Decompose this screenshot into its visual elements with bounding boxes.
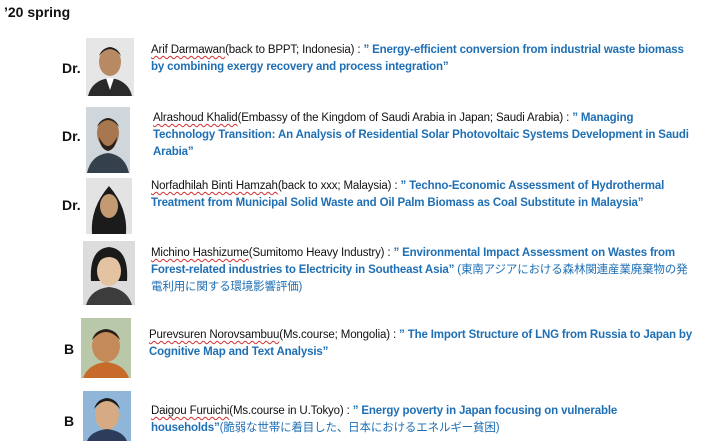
thesis-entry: Michino Hashizume(Sumitomo Heavy Industr… <box>151 245 693 296</box>
affiliation: (back to BPPT; Indonesia) : <box>225 44 364 56</box>
affiliation: (Sumitomo Heavy Industry) : <box>248 247 394 259</box>
portrait-photo <box>86 178 132 234</box>
student-name: Norfadhilah Binti Hamzah <box>151 180 278 192</box>
student-name: Michino Hashizume <box>151 247 249 259</box>
degree-label: B <box>64 413 75 429</box>
thesis-entry: Purevsuren Norovsambuu(Ms.course; Mongol… <box>149 327 695 361</box>
thesis-entry: Daigou Furuichi(Ms.course in U.Tokyo) : … <box>151 403 693 437</box>
degree-label: Dr. <box>62 60 81 76</box>
portrait-photo <box>81 318 131 378</box>
thesis-entry: Alrashoud Khalid(Embassy of the Kingdom … <box>153 110 693 161</box>
affiliation: (Ms.course; Mongolia) : <box>279 329 400 341</box>
student-name: Purevsuren Norovsambuu <box>149 329 280 341</box>
student-name: Daigou Furuichi <box>151 405 230 417</box>
affiliation: (back to xxx; Malaysia) : <box>277 180 401 192</box>
portrait-photo <box>86 107 130 173</box>
affiliation: (Ms.course in U.Tokyo) : <box>229 405 353 417</box>
degree-label: Dr. <box>62 128 81 144</box>
affiliation: (Embassy of the Kingdom of Saudi Arabia … <box>237 112 573 124</box>
season-heading: ’20 spring <box>4 4 71 20</box>
thesis-entry: Arif Darmawan(back to BPPT; Indonesia) :… <box>151 42 699 76</box>
student-name: Arif Darmawan <box>151 44 226 56</box>
portrait-photo <box>83 241 135 305</box>
student-name: Alrashoud Khalid <box>153 112 238 124</box>
thesis-entry: Norfadhilah Binti Hamzah(back to xxx; Ma… <box>151 178 699 212</box>
thesis-title-japanese: (脆弱な世帯に着目した、日本におけるエネルギー貧困) <box>219 422 500 434</box>
portrait-photo <box>83 391 131 441</box>
degree-label: Dr. <box>62 197 81 213</box>
degree-label: B <box>64 341 75 357</box>
portrait-photo <box>86 38 134 96</box>
